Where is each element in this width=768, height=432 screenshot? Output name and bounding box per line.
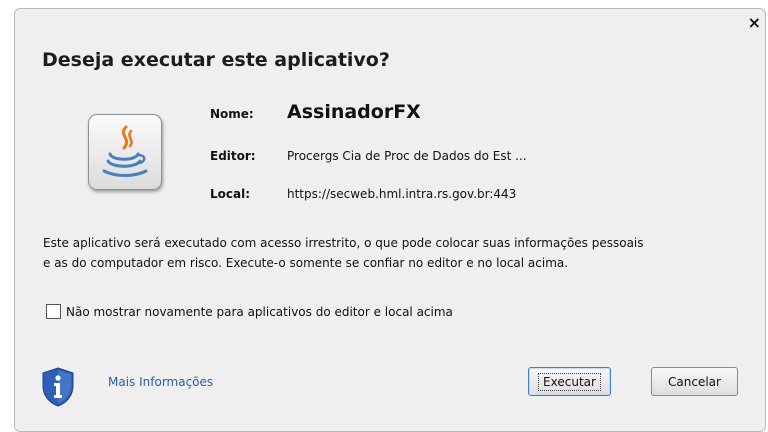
dialog-window: × Deseja executar este aplicativo? Nome:… bbox=[14, 8, 766, 432]
app-name: AssinadorFX bbox=[287, 101, 421, 123]
warning-line-2: e as do computador em risco. Execute-o s… bbox=[43, 256, 569, 270]
run-button-label: Executar bbox=[538, 372, 601, 391]
java-icon bbox=[88, 114, 162, 190]
dont-show-again-row[interactable]: Não mostrar novamente para aplicativos d… bbox=[46, 304, 453, 319]
security-warning: Este aplicativo será executado com acess… bbox=[43, 233, 765, 273]
dont-show-again-checkbox[interactable] bbox=[46, 304, 61, 319]
shield-info-icon bbox=[42, 367, 74, 407]
warning-line-1: Este aplicativo será executado com acess… bbox=[43, 236, 644, 250]
run-button[interactable]: Executar bbox=[528, 367, 611, 396]
dont-show-again-label[interactable]: Não mostrar novamente para aplicativos d… bbox=[66, 305, 453, 319]
close-button[interactable]: × bbox=[748, 15, 761, 31]
publisher-label: Editor: bbox=[210, 149, 256, 163]
location-value: https://secweb.hml.intra.rs.gov.br:443 bbox=[287, 187, 517, 201]
more-info-link[interactable]: Mais Informações bbox=[108, 375, 213, 389]
location-label: Local: bbox=[210, 187, 251, 201]
name-label: Nome: bbox=[210, 107, 254, 121]
publisher-value: Procergs Cia de Proc de Dados do Est ... bbox=[287, 149, 527, 163]
cancel-button[interactable]: Cancelar bbox=[651, 367, 738, 396]
dialog-title: Deseja executar este aplicativo? bbox=[42, 49, 390, 71]
